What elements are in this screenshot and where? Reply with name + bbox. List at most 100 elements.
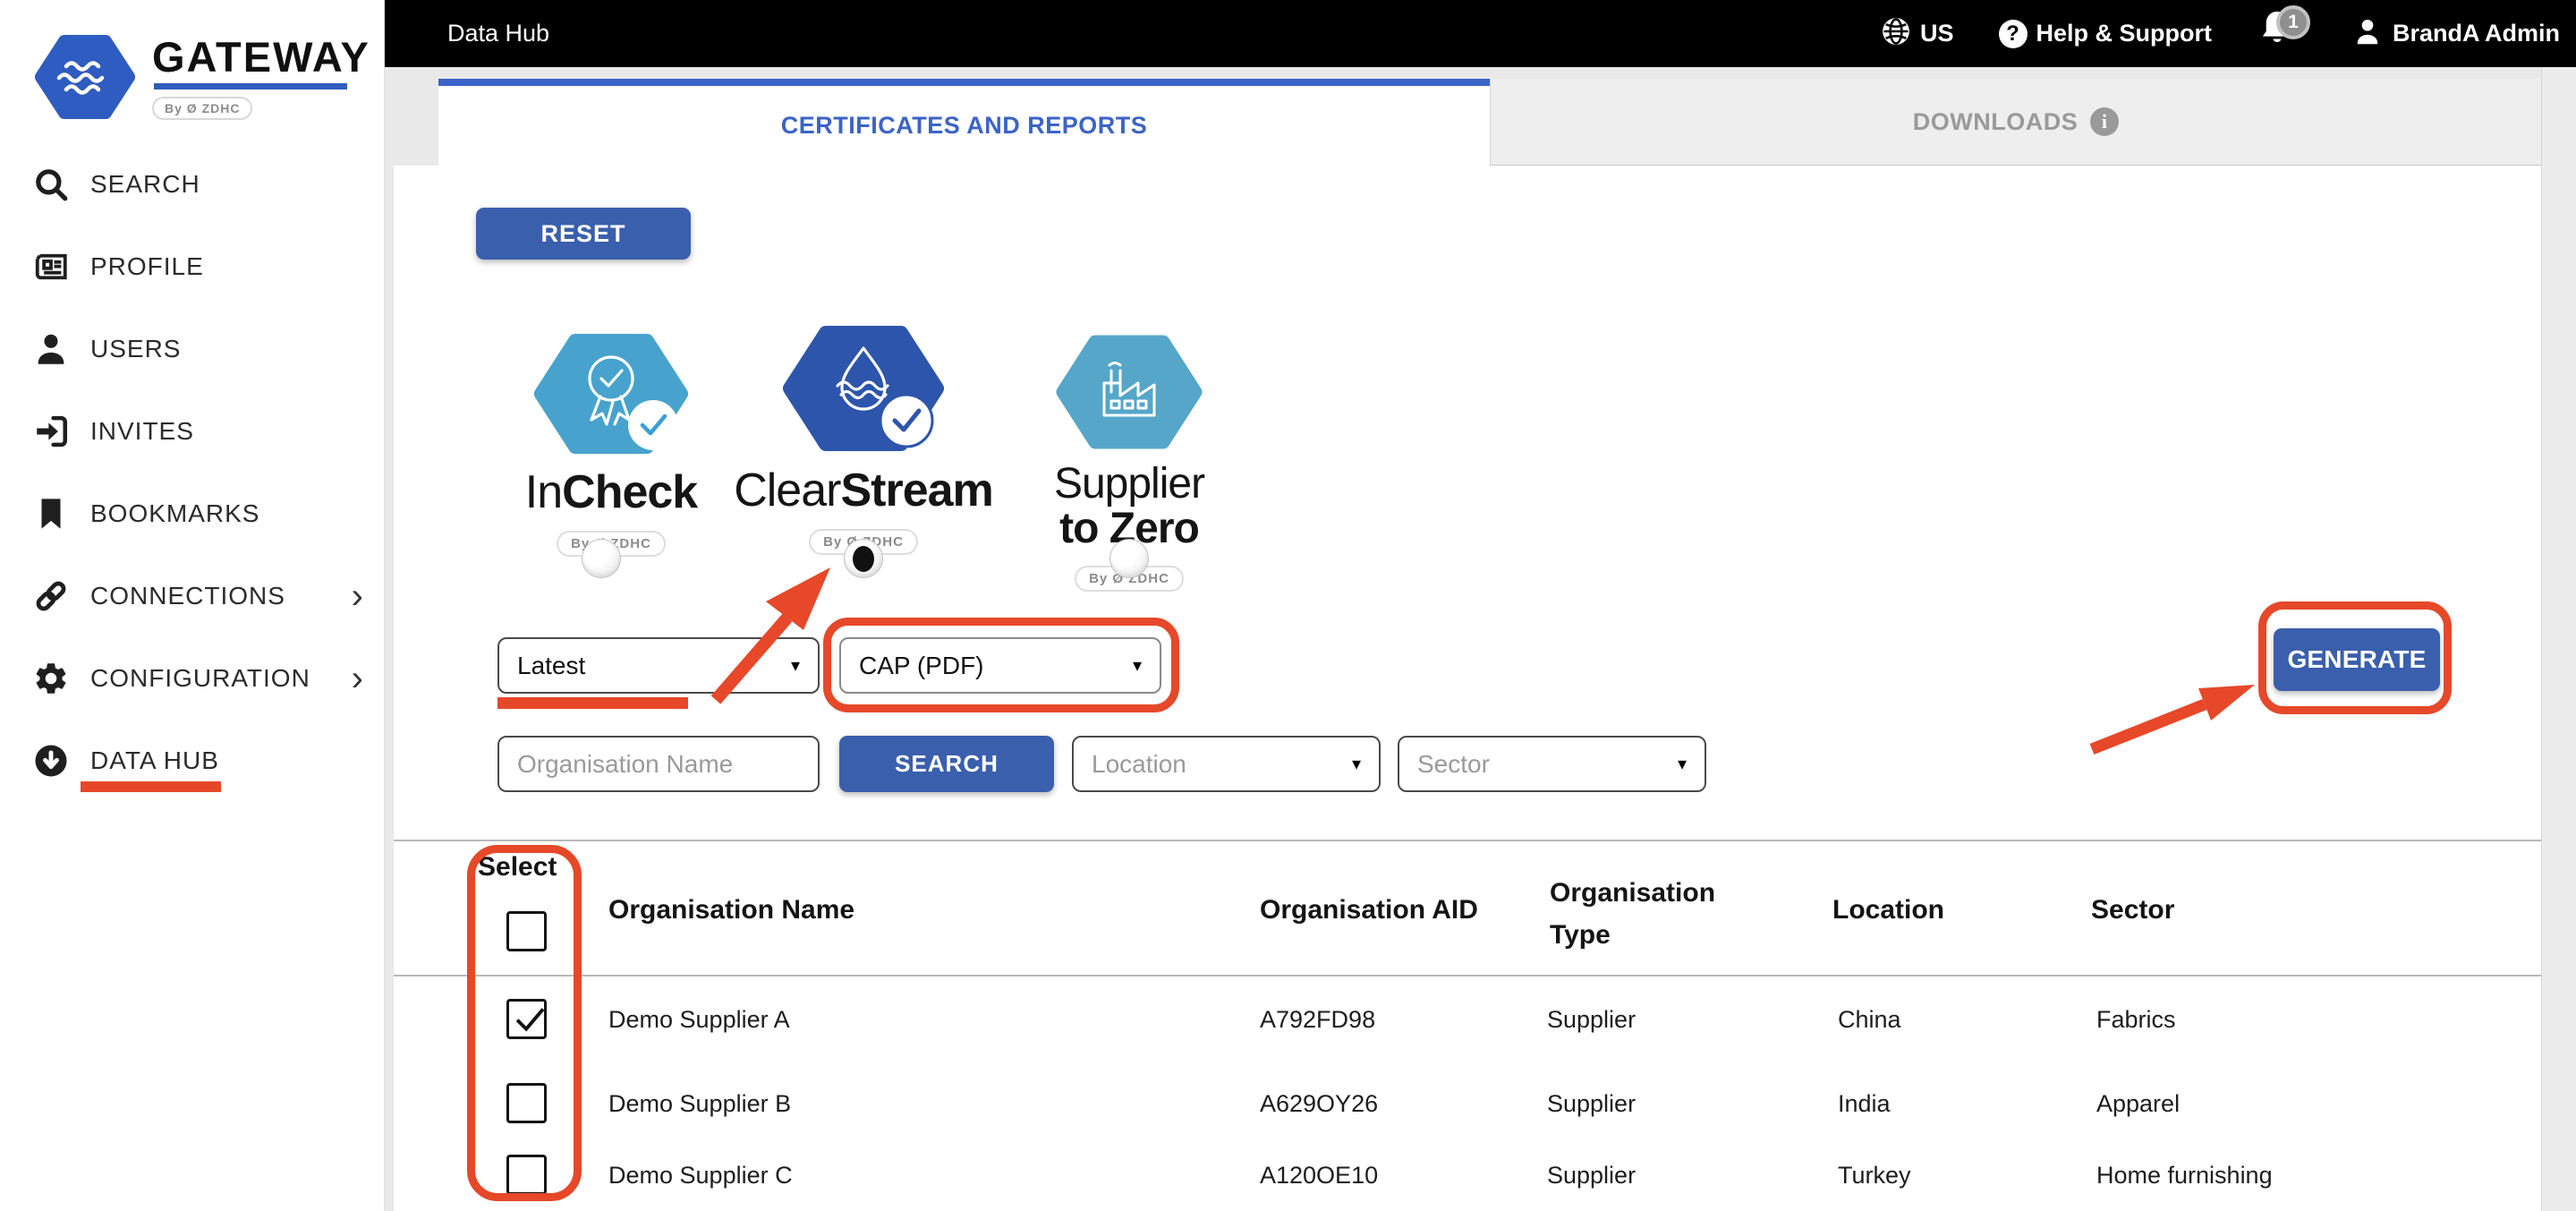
tab-downloads[interactable]: DOWNLOADS i (1490, 79, 2541, 166)
tab-bar: CERTIFICATES AND REPORTS DOWNLOADS i (438, 79, 2541, 166)
cell-type: Supplier (1547, 1006, 1636, 1034)
check-badge (628, 400, 678, 450)
location-dropdown[interactable]: Location ▾ (1072, 736, 1381, 792)
sidebar-item-bookmarks[interactable]: BOOKMARKS (0, 473, 385, 555)
organisation-name-input[interactable] (497, 736, 820, 792)
caret-down-icon: ▾ (1678, 753, 1687, 775)
sidebar-item-users[interactable]: USERS (0, 308, 385, 390)
scrollbar[interactable] (2541, 67, 2576, 1211)
radio-supplier-to-zero[interactable] (1109, 539, 1149, 578)
cell-aid: A792FD98 (1260, 1006, 1375, 1034)
sector-dropdown[interactable]: Sector ▾ (1398, 736, 1706, 792)
circle-down-arrow-icon (31, 741, 71, 780)
product-name: Supplierto Zero (1054, 462, 1204, 551)
bell-icon (2257, 40, 2298, 55)
newspaper-icon (31, 247, 71, 286)
info-icon: i (2090, 107, 2119, 136)
report-type-dropdown-value: CAP (PDF) (859, 652, 984, 680)
notification-badge: 1 (2276, 5, 2310, 39)
sidebar-item-label: PROFILE (90, 252, 204, 281)
user-name: BrandA Admin (2393, 20, 2560, 47)
brand-underline (154, 83, 347, 90)
report-type-dropdown[interactable]: CAP (PDF) ▾ (839, 637, 1161, 694)
sidebar-item-configuration[interactable]: CONFIGURATION › (0, 637, 385, 720)
caret-down-icon: ▾ (1352, 753, 1361, 775)
location-dropdown-placeholder: Location (1092, 750, 1186, 779)
search-button[interactable]: SEARCH (839, 736, 1054, 792)
gear-icon (31, 659, 71, 698)
cell-type: Supplier (1547, 1090, 1636, 1118)
gateway-logo-icon (32, 30, 138, 124)
cell-aid: A120OE10 (1260, 1162, 1378, 1190)
region-selector[interactable]: US (1881, 16, 1954, 51)
sidebar-item-invites[interactable]: INVITES (0, 390, 385, 473)
app-screen: GATEWAY By Ø ZDHC SEARCH PROFILE USERS (0, 0, 2576, 1211)
sidebar-item-label: CONFIGURATION (90, 664, 310, 693)
sidebar-item-profile[interactable]: PROFILE (0, 226, 385, 308)
version-dropdown-value: Latest (517, 652, 585, 680)
col-header-name: Organisation Name (608, 895, 854, 925)
user-avatar-icon (2351, 15, 2384, 52)
help-label: Help & Support (2036, 20, 2213, 47)
cell-name: Demo Supplier B (608, 1090, 791, 1118)
product-name: InCheck (525, 468, 697, 516)
table-header-top-rule (394, 840, 2541, 841)
cell-location: China (1838, 1006, 1901, 1034)
clearstream-hexagon-logo (778, 318, 948, 459)
cell-location: Turkey (1838, 1162, 1911, 1190)
bookmark-icon (31, 494, 71, 533)
help-support[interactable]: ? Help & Support (1999, 20, 2213, 48)
search-icon (31, 165, 71, 204)
caret-down-icon: ▾ (791, 654, 800, 677)
sidebar-item-label: BOOKMARKS (90, 499, 259, 528)
col-header-select: Select (478, 852, 557, 883)
user-menu[interactable]: BrandA Admin (2351, 15, 2560, 52)
annotation-underline-data-hub (81, 781, 221, 792)
sidebar-item-label: USERS (90, 335, 181, 363)
col-header-aid: Organisation AID (1260, 895, 1478, 925)
notifications-button[interactable]: 1 (2257, 7, 2307, 61)
col-header-type: Organisation Type (1550, 873, 1742, 956)
sidebar-item-label: DATA HUB (90, 746, 219, 775)
col-header-sector: Sector (2091, 895, 2174, 925)
cell-location: India (1838, 1090, 1891, 1118)
cell-name: Demo Supplier C (608, 1162, 793, 1190)
cell-type: Supplier (1547, 1162, 1636, 1190)
annotation-underline-latest (497, 697, 688, 709)
generate-button[interactable]: GENERATE (2274, 628, 2440, 691)
brand-byline: By Ø ZDHC (152, 97, 252, 120)
topbar: Data Hub US ? Help & Support 1 (385, 0, 2576, 67)
cell-aid: A629OY26 (1260, 1090, 1378, 1118)
cell-name: Demo Supplier A (608, 1006, 790, 1034)
sector-dropdown-placeholder: Sector (1417, 750, 1490, 779)
chevron-right-icon: › (352, 661, 363, 696)
row-checkbox-demo-supplier-b[interactable] (506, 1083, 547, 1123)
caret-down-icon: ▾ (1133, 654, 1142, 677)
incheck-hexagon-logo (531, 327, 692, 461)
row-checkbox-demo-supplier-a[interactable] (506, 999, 547, 1039)
row-checkbox-demo-supplier-c[interactable] (506, 1155, 547, 1195)
cell-sector: Apparel (2096, 1090, 2180, 1118)
radio-clearstream[interactable] (844, 539, 883, 578)
product-card-incheck[interactable]: InCheck By Ø ZDHC (472, 327, 750, 557)
cell-sector: Home furnishing (2096, 1162, 2273, 1190)
tab-label: CERTIFICATES AND REPORTS (781, 112, 1148, 140)
sidebar-item-label: SEARCH (90, 170, 200, 199)
cell-sector: Fabrics (2096, 1006, 2176, 1034)
product-name: ClearStream (734, 466, 993, 515)
check-badge (880, 395, 932, 447)
tab-certificates-and-reports[interactable]: CERTIFICATES AND REPORTS (438, 79, 1490, 166)
radio-incheck[interactable] (582, 539, 621, 578)
product-card-clearstream[interactable]: ClearStream By Ø ZDHC (725, 318, 1002, 555)
sidebar-item-label: CONNECTIONS (90, 582, 285, 610)
sidebar-item-search[interactable]: SEARCH (0, 143, 385, 226)
sidebar: GATEWAY By Ø ZDHC SEARCH PROFILE USERS (0, 0, 385, 1211)
select-all-checkbox[interactable] (506, 911, 547, 951)
sidebar-item-label: INVITES (90, 417, 194, 446)
user-icon (31, 329, 71, 369)
version-dropdown[interactable]: Latest ▾ (497, 637, 820, 694)
globe-icon (1881, 16, 1911, 51)
reset-button[interactable]: RESET (476, 208, 691, 260)
question-icon: ? (1999, 20, 2028, 48)
sidebar-item-connections[interactable]: CONNECTIONS › (0, 555, 385, 637)
